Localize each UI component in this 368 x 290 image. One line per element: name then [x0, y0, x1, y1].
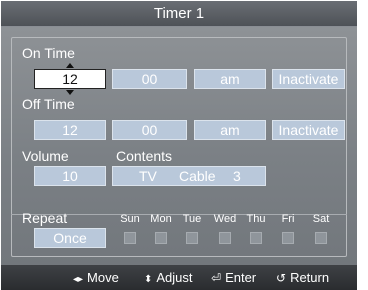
enter-hint-label: Enter: [225, 270, 257, 285]
move-hint-label: Move: [87, 270, 119, 285]
move-hint: ◂▸ Move: [73, 265, 119, 290]
return-hint: ↺ Return: [276, 265, 329, 290]
contents-label: Contents: [116, 148, 173, 164]
day-checkbox-fri[interactable]: [282, 232, 294, 244]
off-time-label: Off Time: [22, 96, 75, 112]
off-time-hour-field[interactable]: 12: [34, 120, 106, 140]
adjust-hint: ⬍ Adjust: [144, 265, 193, 290]
move-arrows-icon: ◂▸: [73, 274, 84, 285]
day-checkbox-wed[interactable]: [219, 232, 231, 244]
off-time-activation-field[interactable]: Inactivate: [272, 120, 345, 140]
day-label-fri: Fri: [281, 213, 295, 225]
on-time-minute-field[interactable]: 00: [112, 69, 187, 89]
on-time-ampm-field[interactable]: am: [194, 69, 266, 89]
contents-channel: 3: [233, 168, 241, 184]
repeat-field[interactable]: Once: [34, 228, 106, 248]
day-label-wed: Wed: [213, 213, 237, 225]
contents-type: Cable: [179, 168, 216, 184]
off-time-minute-field[interactable]: 00: [112, 120, 187, 140]
day-checkbox-tue[interactable]: [186, 232, 198, 244]
volume-field[interactable]: 10: [34, 166, 106, 186]
day-checkbox-mon[interactable]: [155, 232, 167, 244]
day-label-thu: Thu: [246, 213, 266, 225]
enter-icon: ⏎: [211, 271, 222, 285]
day-checkbox-sat[interactable]: [315, 232, 327, 244]
enter-hint: ⏎ Enter: [211, 265, 256, 290]
day-label-tue: Tue: [182, 213, 202, 225]
adjust-arrows-icon: ⬍: [144, 274, 153, 285]
adjust-hint-label: Adjust: [156, 270, 193, 285]
return-hint-label: Return: [290, 270, 330, 285]
day-label-sat: Sat: [312, 213, 330, 225]
contents-source: TV: [139, 168, 157, 184]
day-checkbox-sun[interactable]: [124, 232, 136, 244]
repeat-label: Repeat: [22, 210, 68, 226]
day-label-sun: Sun: [120, 213, 140, 225]
off-time-ampm-field[interactable]: am: [194, 120, 266, 140]
day-checkbox-thu[interactable]: [250, 232, 262, 244]
return-icon: ↺: [276, 271, 287, 285]
timer-panel: On Time 12 00 am Inactivate Off Time 12 …: [1, 27, 357, 265]
key-guide-bar: ◂▸ Move ⬍ Adjust ⏎ Enter ↺ Return: [1, 265, 357, 290]
on-time-hour-field[interactable]: 12: [34, 69, 106, 89]
volume-label: Volume: [22, 148, 69, 164]
dialog-title: Timer 1: [1, 1, 357, 27]
increase-arrow-icon: [66, 63, 74, 68]
day-label-mon: Mon: [150, 213, 172, 225]
on-time-activation-field[interactable]: Inactivate: [272, 69, 345, 89]
on-time-label: On Time: [22, 45, 75, 61]
contents-field[interactable]: TV Cable 3: [112, 166, 266, 186]
decrease-arrow-icon: [66, 90, 74, 95]
timer-dialog: Timer 1 On Time 12 00 am Inactivate Off …: [0, 0, 368, 290]
